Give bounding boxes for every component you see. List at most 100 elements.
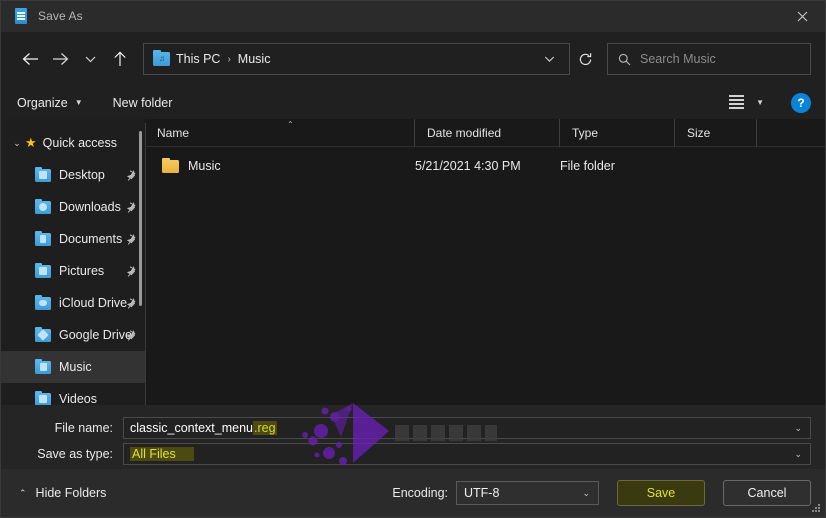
column-headers: Name ⌃ Date modified Type Size bbox=[145, 118, 825, 147]
sidebar-item-quick-access[interactable]: ⌄ ★ Quick access bbox=[1, 127, 145, 159]
yellow-folder-icon bbox=[162, 158, 179, 173]
pin-icon[interactable] bbox=[127, 297, 137, 309]
sidebar-label-quick-access: Quick access bbox=[42, 136, 117, 150]
pin-icon[interactable] bbox=[127, 201, 137, 213]
pin-icon[interactable] bbox=[127, 233, 137, 245]
file-name-row: File name: classic_context_menu.reg ⌄ bbox=[15, 417, 811, 439]
file-name-input[interactable]: classic_context_menu.reg ⌄ bbox=[123, 417, 811, 439]
arrow-right-icon[interactable] bbox=[45, 44, 75, 74]
save-button[interactable]: Save bbox=[617, 480, 705, 506]
save-form: File name: classic_context_menu.reg ⌄ Sa… bbox=[1, 403, 825, 469]
window-title: Save As bbox=[38, 9, 83, 23]
file-name-cell: Music bbox=[188, 159, 221, 173]
sidebar-item-pictures[interactable]: Pictures bbox=[1, 255, 145, 287]
folder-icon bbox=[35, 390, 51, 405]
refresh-icon[interactable] bbox=[570, 44, 600, 74]
sidebar-item-desktop[interactable]: Desktop bbox=[1, 159, 145, 191]
sidebar-scrollbar[interactable] bbox=[139, 131, 142, 306]
close-icon[interactable] bbox=[779, 1, 825, 32]
search-placeholder: Search Music bbox=[640, 52, 716, 66]
pin-icon[interactable] bbox=[127, 169, 137, 181]
sidebar-label-documents: Documents bbox=[59, 232, 123, 246]
column-header-date-modified[interactable]: Date modified bbox=[415, 118, 560, 147]
dialog-footer: ⌃ Hide Folders Encoding: UTF-8 ⌄ Save Ca… bbox=[1, 469, 825, 517]
sidebar-label-downloads: Downloads bbox=[59, 200, 121, 214]
folder-icon bbox=[35, 166, 51, 182]
sidebar-item-documents[interactable]: Documents bbox=[1, 223, 145, 255]
search-input[interactable]: Search Music bbox=[607, 43, 811, 75]
notepad-icon bbox=[13, 8, 29, 24]
resize-grip[interactable] bbox=[810, 502, 822, 514]
arrow-left-icon[interactable] bbox=[15, 44, 45, 74]
save-as-type-value: All Files bbox=[130, 447, 194, 461]
folder-icon bbox=[35, 358, 51, 374]
breadcrumb-chevron-down-icon[interactable] bbox=[536, 55, 563, 63]
star-icon: ★ bbox=[25, 135, 37, 150]
column-header-size[interactable]: Size bbox=[675, 118, 757, 147]
cancel-button[interactable]: Cancel bbox=[723, 480, 811, 506]
help-button[interactable]: ? bbox=[791, 92, 811, 113]
chevron-up-icon: ⌃ bbox=[19, 487, 27, 498]
encoding-value: UTF-8 bbox=[464, 486, 500, 500]
chevron-down-icon: ⌄ bbox=[582, 487, 590, 498]
folder-icon bbox=[35, 262, 51, 278]
navigation-bar: ♫ This PC › Music Search Music bbox=[1, 32, 825, 86]
dialog-body: ⌄ ★ Quick access Desktop Downloads Docum… bbox=[1, 118, 825, 405]
breadcrumb[interactable]: ♫ This PC › Music bbox=[143, 43, 570, 75]
chevron-down-icon: ▼ bbox=[74, 98, 83, 107]
date-modified-cell: 5/21/2021 4:30 PM bbox=[415, 159, 521, 173]
save-as-dialog: Save As ♫ This PC › Music Search Music O… bbox=[0, 0, 826, 518]
save-as-type-label: Save as type: bbox=[37, 447, 113, 461]
sort-ascending-icon: ⌃ bbox=[287, 119, 294, 129]
hide-folders-button[interactable]: ⌃ Hide Folders bbox=[19, 486, 106, 500]
search-icon bbox=[618, 53, 631, 66]
sidebar-label-google-drive: Google Drive bbox=[59, 328, 132, 342]
file-name-label: File name: bbox=[54, 421, 113, 435]
command-bar: Organize ▼ New folder ▼ ? bbox=[1, 86, 825, 119]
chevron-down-icon[interactable]: ⌄ bbox=[794, 449, 802, 460]
hide-folders-label: Hide Folders bbox=[35, 486, 107, 500]
arrow-up-icon[interactable] bbox=[105, 44, 135, 74]
table-row[interactable]: Music 5/21/2021 4:30 PM File folder bbox=[145, 151, 825, 181]
navigation-pane: ⌄ ★ Quick access Desktop Downloads Docum… bbox=[1, 119, 145, 405]
sidebar-item-music[interactable]: Music bbox=[1, 351, 145, 383]
list-view-icon[interactable] bbox=[728, 94, 745, 111]
breadcrumb-item-this-pc[interactable]: This PC bbox=[176, 52, 220, 66]
title-bar: Save As bbox=[1, 1, 825, 32]
sidebar-label-music: Music bbox=[59, 360, 92, 374]
sidebar-label-pictures: Pictures bbox=[59, 264, 105, 278]
view-controls: ▼ ? bbox=[728, 92, 811, 113]
file-name-extension-selected: .reg bbox=[252, 421, 277, 435]
column-header-name[interactable]: Name ⌃ bbox=[145, 118, 415, 147]
sidebar-label-icloud-drive: iCloud Drive bbox=[59, 296, 128, 310]
folder-icon bbox=[35, 198, 51, 214]
chevron-down-icon[interactable]: ⌄ bbox=[794, 423, 802, 434]
music-folder-icon: ♫ bbox=[153, 50, 170, 66]
new-folder-button[interactable]: New folder bbox=[113, 96, 173, 110]
column-header-type[interactable]: Type bbox=[560, 118, 675, 147]
folder-icon bbox=[35, 326, 51, 342]
sidebar-label-videos: Videos bbox=[59, 392, 97, 405]
save-as-type-row: Save as type: All Files ⌄ bbox=[15, 443, 811, 465]
breadcrumb-item-music[interactable]: Music bbox=[238, 52, 271, 66]
folder-icon bbox=[35, 294, 51, 310]
organize-button[interactable]: Organize ▼ bbox=[17, 96, 83, 110]
type-cell: File folder bbox=[560, 159, 615, 173]
sidebar-item-downloads[interactable]: Downloads bbox=[1, 191, 145, 223]
recent-locations-chevron-down-icon[interactable] bbox=[75, 44, 105, 74]
footer-actions: Encoding: UTF-8 ⌄ Save Cancel bbox=[392, 480, 811, 506]
encoding-select[interactable]: UTF-8 ⌄ bbox=[456, 481, 599, 505]
organize-label: Organize bbox=[17, 95, 68, 110]
chevron-down-icon[interactable]: ⌄ bbox=[9, 138, 25, 149]
view-chevron-down-icon[interactable]: ▼ bbox=[756, 98, 764, 107]
file-list-pane[interactable]: Name ⌃ Date modified Type Size Music 5/2… bbox=[145, 118, 825, 405]
save-as-type-select[interactable]: All Files ⌄ bbox=[123, 443, 811, 465]
pin-icon[interactable] bbox=[127, 265, 137, 277]
sidebar-label-desktop: Desktop bbox=[59, 168, 105, 182]
sidebar-item-google-drive[interactable]: Google Drive bbox=[1, 319, 145, 351]
folder-icon bbox=[35, 230, 51, 246]
breadcrumb-separator: › bbox=[227, 53, 231, 65]
sidebar-item-icloud-drive[interactable]: iCloud Drive bbox=[1, 287, 145, 319]
sidebar-item-videos[interactable]: Videos bbox=[1, 383, 145, 405]
pin-icon[interactable] bbox=[127, 329, 137, 341]
